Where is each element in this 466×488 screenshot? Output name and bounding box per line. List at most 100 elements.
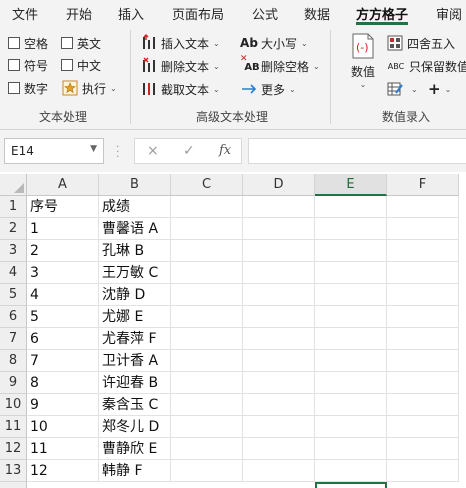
column-header-d[interactable]: D xyxy=(243,174,315,196)
tab-home[interactable]: 开始 xyxy=(66,4,92,23)
cell-e10[interactable] xyxy=(315,394,387,416)
cell-f9[interactable] xyxy=(387,372,459,394)
name-box[interactable]: E14 ▼ xyxy=(4,138,104,164)
cell-f1[interactable] xyxy=(387,196,459,218)
cancel-icon[interactable]: × xyxy=(147,143,159,159)
checkbox-space[interactable]: 空格 xyxy=(8,34,48,52)
cell-f5[interactable] xyxy=(387,284,459,306)
cell-f7[interactable] xyxy=(387,328,459,350)
tab-fangfang-gezi[interactable]: 方方格子 xyxy=(356,4,408,23)
row-header[interactable] xyxy=(0,482,27,488)
row-header[interactable]: 11 xyxy=(0,416,27,438)
cell-f6[interactable] xyxy=(387,306,459,328)
cell-c13[interactable] xyxy=(171,460,243,482)
cell-c6[interactable] xyxy=(171,306,243,328)
cell-d6[interactable] xyxy=(243,306,315,328)
row-header[interactable]: 9 xyxy=(0,372,27,394)
cell-d5[interactable] xyxy=(243,284,315,306)
row-header[interactable]: 13 xyxy=(0,460,27,482)
number-options-button[interactable]: ⌄ xyxy=(386,79,418,99)
cell-e11[interactable] xyxy=(315,416,387,438)
cell-e1[interactable] xyxy=(315,196,387,218)
cell-c7[interactable] xyxy=(171,328,243,350)
cell-b13[interactable]: 韩静 F xyxy=(99,460,171,482)
cell-f13[interactable] xyxy=(387,460,459,482)
cell-a11[interactable]: 10 xyxy=(27,416,99,438)
cell-d7[interactable] xyxy=(243,328,315,350)
cell-e3[interactable] xyxy=(315,240,387,262)
cell-e12[interactable] xyxy=(315,438,387,460)
cell-d3[interactable] xyxy=(243,240,315,262)
round-button[interactable]: 四舍五入 xyxy=(386,33,455,53)
cell-e7[interactable] xyxy=(315,328,387,350)
cell-b9[interactable]: 许迎春 B xyxy=(99,372,171,394)
cell-b2[interactable]: 曹馨语 A xyxy=(99,218,171,240)
enter-check-icon[interactable]: ✓ xyxy=(183,143,195,159)
cell-c3[interactable] xyxy=(171,240,243,262)
row-header[interactable]: 3 xyxy=(0,240,27,262)
row-header[interactable]: 10 xyxy=(0,394,27,416)
cell-a7[interactable]: 6 xyxy=(27,328,99,350)
cell-d12[interactable] xyxy=(243,438,315,460)
cell-c4[interactable] xyxy=(171,262,243,284)
checkbox-box[interactable] xyxy=(8,37,20,49)
cell-a3[interactable]: 2 xyxy=(27,240,99,262)
tab-insert[interactable]: 插入 xyxy=(118,4,144,23)
cell-d8[interactable] xyxy=(243,350,315,372)
row-header[interactable]: 8 xyxy=(0,350,27,372)
cell-e13[interactable] xyxy=(315,460,387,482)
checkbox-chinese[interactable]: 中文 xyxy=(61,56,101,74)
column-header-f[interactable]: F xyxy=(387,174,459,196)
checkbox-number[interactable]: 数字 xyxy=(8,79,48,97)
column-header-a[interactable]: A xyxy=(27,174,99,196)
formula-input[interactable] xyxy=(248,138,466,164)
cell-a9[interactable]: 8 xyxy=(27,372,99,394)
cell-a10[interactable]: 9 xyxy=(27,394,99,416)
cell-c9[interactable] xyxy=(171,372,243,394)
checkbox-english[interactable]: 英文 xyxy=(61,34,101,52)
cell-d1[interactable] xyxy=(243,196,315,218)
cell-a5[interactable]: 4 xyxy=(27,284,99,306)
cell-a13[interactable]: 12 xyxy=(27,460,99,482)
cell-e5[interactable] xyxy=(315,284,387,306)
select-all-corner[interactable] xyxy=(0,174,27,196)
row-header[interactable]: 5 xyxy=(0,284,27,306)
checkbox-symbol[interactable]: 符号 xyxy=(8,56,48,74)
cell-b7[interactable]: 尤春萍 F xyxy=(99,328,171,350)
row-header[interactable]: 7 xyxy=(0,328,27,350)
extract-text-button[interactable]: 截取文本 ⌄ xyxy=(140,79,220,99)
cell-c5[interactable] xyxy=(171,284,243,306)
insert-function-icon[interactable]: fx xyxy=(219,143,231,158)
column-header-e[interactable]: E xyxy=(315,174,387,196)
insert-text-button[interactable]: 插入文本 ⌄ xyxy=(140,33,220,53)
tab-formulas[interactable]: 公式 xyxy=(252,4,278,23)
cell-b1[interactable]: 成绩 xyxy=(99,196,171,218)
cell-a12[interactable]: 11 xyxy=(27,438,99,460)
cell-d10[interactable] xyxy=(243,394,315,416)
row-header[interactable]: 1 xyxy=(0,196,27,218)
cell-b4[interactable]: 王万敏 C xyxy=(99,262,171,284)
cell-f4[interactable] xyxy=(387,262,459,284)
cell-f2[interactable] xyxy=(387,218,459,240)
cell-e2[interactable] xyxy=(315,218,387,240)
selected-cell-outline[interactable] xyxy=(315,482,387,488)
cell-f11[interactable] xyxy=(387,416,459,438)
splitter-handle[interactable]: · · · xyxy=(116,141,120,162)
cell-c2[interactable] xyxy=(171,218,243,240)
cell-d9[interactable] xyxy=(243,372,315,394)
tab-data[interactable]: 数据 xyxy=(304,4,330,23)
cell-e6[interactable] xyxy=(315,306,387,328)
case-button[interactable]: Ab 大小写 ⌄ xyxy=(240,33,308,53)
cell-c11[interactable] xyxy=(171,416,243,438)
cell-b12[interactable]: 曹静欣 E xyxy=(99,438,171,460)
tab-page-layout[interactable]: 页面布局 xyxy=(172,4,224,23)
delete-text-button[interactable]: 删除文本 ⌄ xyxy=(140,56,220,76)
execute-button[interactable]: 执行 ⌄ xyxy=(61,78,117,98)
more-button[interactable]: 更多 ⌄ xyxy=(240,79,296,99)
cell-e4[interactable] xyxy=(315,262,387,284)
cell-d2[interactable] xyxy=(243,218,315,240)
row-header[interactable]: 4 xyxy=(0,262,27,284)
cell-d4[interactable] xyxy=(243,262,315,284)
checkbox-box[interactable] xyxy=(8,59,20,71)
remove-space-button[interactable]: ✕ AB 删除空格 ⌄ xyxy=(240,54,320,76)
